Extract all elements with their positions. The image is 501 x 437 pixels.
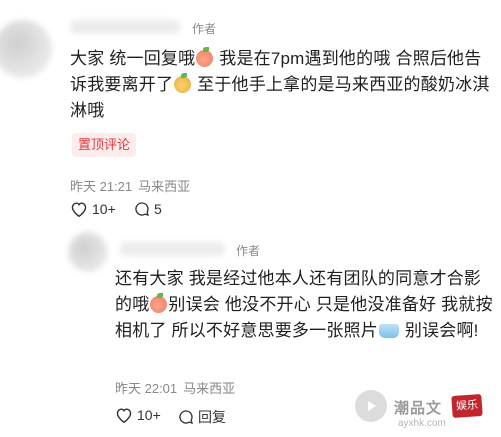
like-count: 10+ xyxy=(92,201,116,217)
comment-icon xyxy=(178,409,194,425)
timestamp: 昨天 22:01 xyxy=(115,381,178,396)
author-tag: 作者 xyxy=(236,244,261,258)
comment-icon xyxy=(134,201,150,217)
heart-icon xyxy=(115,407,133,423)
comment-text-part: 大家 统一回复哦 xyxy=(70,49,196,68)
peach-emoji-icon xyxy=(150,293,168,313)
pear-emoji-icon xyxy=(174,73,192,93)
play-icon xyxy=(355,390,387,422)
username-blurred[interactable] xyxy=(70,20,180,34)
heart-icon xyxy=(70,201,88,217)
like-button[interactable]: 10+ xyxy=(115,407,161,423)
avatar[interactable] xyxy=(0,20,52,78)
reply-count: 5 xyxy=(154,201,162,217)
location: 马来西亚 xyxy=(183,381,236,396)
comment-text-part: 别误会啊! xyxy=(399,321,479,340)
watermark-seal: 娱乐 xyxy=(451,393,483,419)
like-button[interactable]: 10+ xyxy=(70,201,116,217)
peach-emoji-icon xyxy=(196,47,214,67)
pinned-comment-badge: 置顶评论 xyxy=(72,133,137,157)
avatar[interactable] xyxy=(68,232,108,272)
watermark-url: ayxhk.com xyxy=(398,418,446,429)
reply-button[interactable]: 回复 xyxy=(178,407,226,427)
author-tag: 作者 xyxy=(192,22,217,36)
watermark-text: 潮品文 xyxy=(394,400,443,417)
bathtub-emoji-icon xyxy=(378,324,399,338)
username-blurred[interactable] xyxy=(120,242,225,256)
comment-text: 还有大家 我是经过他本人还有团队的同意才合影的哦 别误会 他没不开心 只是他没准备… xyxy=(115,266,495,344)
reply-label: 回复 xyxy=(198,409,226,425)
comment-meta: 昨天 21:21 马来西亚 xyxy=(70,176,190,195)
reply-count-button[interactable]: 5 xyxy=(134,201,162,217)
location: 马来西亚 xyxy=(138,179,191,194)
like-count: 10+ xyxy=(137,407,161,423)
comment-text: 大家 统一回复哦 我是在7pm遇到他的哦 合照后他告诉我要离开了 至于他手上拿的… xyxy=(70,46,496,124)
comment-meta: 昨天 22:01 马来西亚 xyxy=(115,378,235,397)
timestamp: 昨天 21:21 xyxy=(70,179,133,194)
